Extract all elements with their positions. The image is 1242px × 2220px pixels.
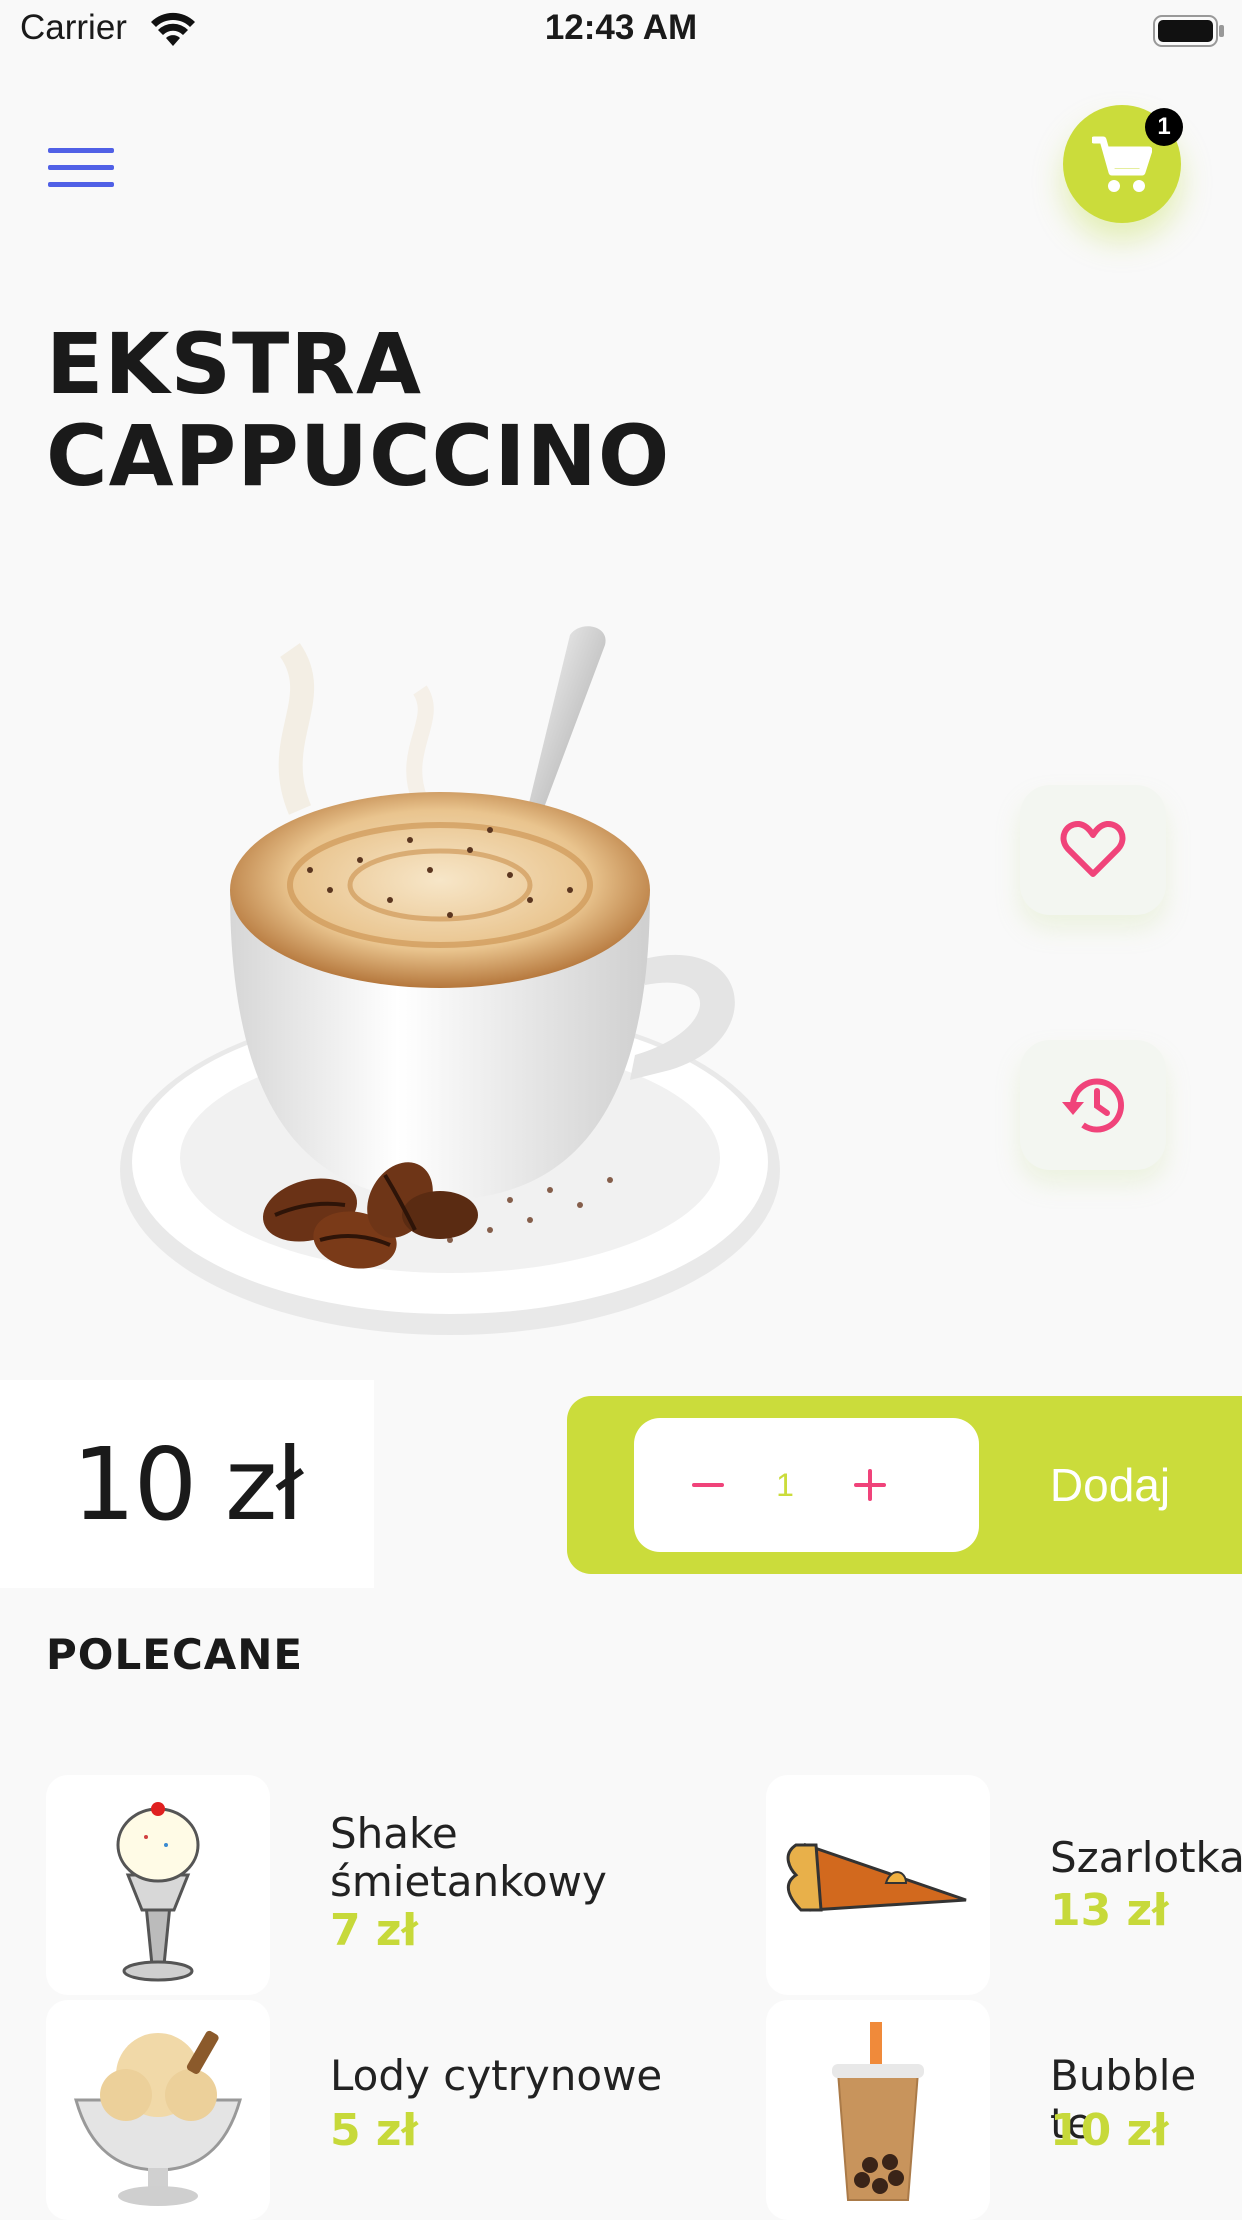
product-card-image[interactable]: [46, 2000, 270, 2220]
cart-icon: [1092, 136, 1152, 192]
product-title-line2: CAPPUCCINO: [46, 407, 671, 505]
product-price: 5 zł: [330, 2105, 418, 2156]
plus-icon: [854, 1469, 886, 1501]
heart-icon: [1060, 821, 1126, 877]
ice-cream-image: [74, 2030, 242, 2206]
product-name: Lody cytrynowe: [330, 2051, 663, 2100]
product-card-image[interactable]: [766, 1775, 990, 1995]
product-image: [120, 626, 780, 1335]
bubble-tea-image: [832, 2022, 924, 2201]
product-price: 10 zł: [72, 1425, 304, 1543]
history-button[interactable]: [1020, 1040, 1166, 1170]
battery-icon: [1153, 15, 1224, 47]
product-name-line2: śmietankowy: [330, 1857, 607, 1906]
menu-button[interactable]: [48, 148, 114, 196]
product-title: EKSTRA CAPPUCCINO: [46, 318, 846, 502]
product-card-image[interactable]: [46, 1775, 270, 1995]
quantity-value: 1: [776, 1466, 794, 1503]
add-button[interactable]: Dodaj: [1000, 1418, 1220, 1552]
product-name-line1: Shake: [330, 1809, 458, 1858]
product-price: 7 zł: [330, 1905, 418, 1956]
decrease-quantity-button[interactable]: [684, 1448, 732, 1522]
status-time: 12:43 AM: [544, 8, 698, 47]
increase-quantity-button[interactable]: [846, 1448, 894, 1522]
product-title-line1: EKSTRA: [46, 315, 422, 413]
shake-image: [116, 1802, 200, 1982]
minus-icon: [692, 1483, 724, 1487]
section-title-recommended: POLECANE: [46, 1630, 304, 1679]
cart-count-badge: 1: [1145, 108, 1183, 146]
product-card-image[interactable]: [766, 2000, 990, 2220]
product-price: 10 zł: [1050, 2105, 1169, 2156]
apple-pie-image: [786, 1842, 967, 1912]
menu-icon: [48, 148, 114, 187]
product-name: Shake śmietankowy: [330, 1810, 607, 1906]
product-name: Szarlotka: [1050, 1833, 1242, 1882]
favorite-button[interactable]: [1020, 785, 1166, 915]
status-bar: Carrier 12:43 AM: [0, 0, 1242, 62]
product-price: 13 zł: [1050, 1885, 1169, 1936]
history-icon: [1062, 1078, 1124, 1133]
